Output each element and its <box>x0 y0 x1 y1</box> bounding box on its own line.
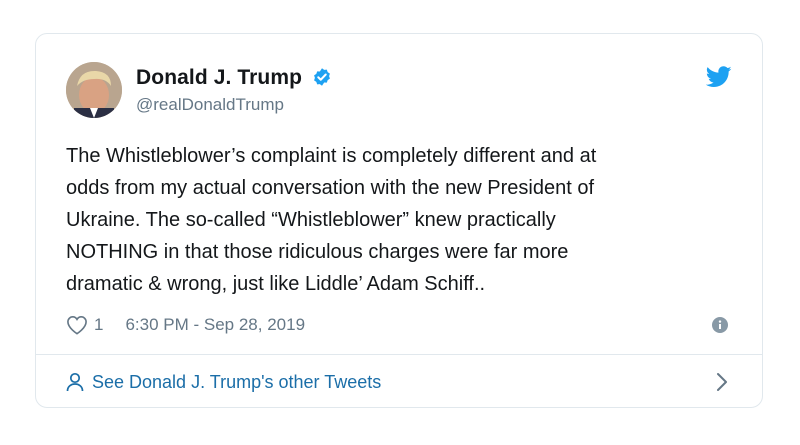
tweet-timestamp[interactable]: 6:30 PM - Sep 28, 2019 <box>125 315 305 335</box>
heart-icon[interactable] <box>66 315 88 335</box>
tweet-text-line: dramatic & wrong, just like Liddle’ Adam… <box>66 273 486 295</box>
author-block: Donald J. Trump @realDonaldTrump <box>136 66 332 115</box>
tweet-text: The Whistleblower’s complaint is complet… <box>66 140 726 300</box>
author-handle[interactable]: @realDonaldTrump <box>136 95 332 115</box>
chevron-right-icon[interactable] <box>716 372 728 392</box>
twitter-bird-icon[interactable] <box>706 66 732 88</box>
tweet-text-line: The Whistleblower’s complaint is complet… <box>66 145 597 167</box>
info-icon[interactable] <box>712 317 728 333</box>
person-icon <box>66 372 84 392</box>
tweet-meta: 1 6:30 PM - Sep 28, 2019 <box>66 314 305 336</box>
verified-badge-icon <box>314 68 331 86</box>
tweet-text-line: Ukraine. The so-called “Whistleblower” k… <box>66 209 556 231</box>
tweet-card: Donald J. Trump @realDonaldTrump The Whi… <box>35 33 763 408</box>
tweet-text-line: NOTHING in that those ridiculous charges… <box>66 241 569 263</box>
like-count: 1 <box>94 315 104 334</box>
author-display-name[interactable]: Donald J. Trump <box>136 66 302 89</box>
avatar[interactable] <box>66 62 122 118</box>
divider <box>36 354 762 355</box>
tweet-text-line: odds from my actual conversation with th… <box>66 177 595 199</box>
see-other-tweets-link[interactable]: See Donald J. Trump's other Tweets <box>66 370 381 394</box>
see-other-tweets-label: See Donald J. Trump's other Tweets <box>92 371 382 392</box>
